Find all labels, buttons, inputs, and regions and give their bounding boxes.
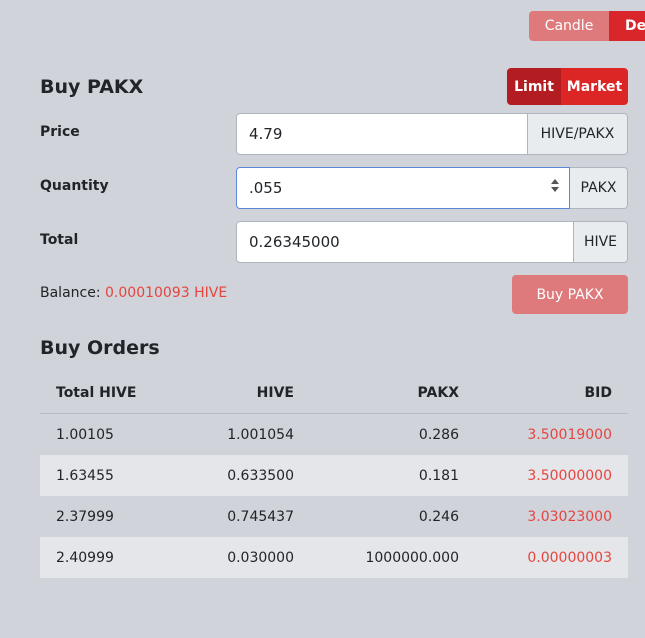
- bid-cell: 0.00000003: [527, 549, 612, 566]
- quantity-unit-addon: PAKX: [570, 167, 628, 209]
- bid-cell: 3.50019000: [527, 426, 612, 443]
- chart-type-toggle: Candle De: [529, 11, 645, 41]
- table-row[interactable]: 1.00105 1.001054 0.286 3.50019000: [40, 414, 628, 455]
- column-header: HIVE: [256, 385, 294, 401]
- pakx-cell: 0.181: [418, 467, 459, 484]
- limit-order-button[interactable]: Limit: [507, 68, 561, 105]
- stepper-down-icon[interactable]: [551, 187, 559, 192]
- price-field-group: 4.79 HIVE/PAKX: [236, 113, 628, 155]
- pakx-cell: 1000000.000: [365, 549, 459, 566]
- hive-cell: 1.001054: [227, 426, 294, 443]
- total-hive-cell: 1.63455: [56, 467, 114, 484]
- total-hive-cell: 2.40999: [56, 549, 114, 566]
- table-row[interactable]: 1.63455 0.633500 0.181 3.50000000: [40, 455, 628, 496]
- order-type-toggle: Limit Market: [507, 68, 628, 105]
- market-order-button[interactable]: Market: [561, 68, 628, 105]
- balance-text: Balance: 0.00010093 HIVE: [40, 285, 227, 301]
- total-hive-cell: 1.00105: [56, 426, 114, 443]
- table-row[interactable]: 2.37999 0.745437 0.246 3.03023000: [40, 496, 628, 537]
- bid-cell: 3.50000000: [527, 467, 612, 484]
- candle-chart-button[interactable]: Candle: [529, 11, 609, 41]
- buy-orders-title: Buy Orders: [40, 337, 160, 359]
- total-hive-cell: 2.37999: [56, 508, 114, 525]
- buy-orders-table: Total HIVE HIVE PAKX BID 1.00105 1.00105…: [40, 373, 628, 578]
- table-row[interactable]: 2.40999 0.030000 1000000.000 0.00000003: [40, 537, 628, 578]
- price-label: Price: [40, 124, 80, 140]
- price-input[interactable]: 4.79: [236, 113, 528, 155]
- column-header: BID: [584, 385, 612, 401]
- quantity-stepper[interactable]: [551, 179, 559, 192]
- quantity-value: .055: [249, 179, 283, 197]
- column-header: Total HIVE: [56, 385, 137, 401]
- total-field-group: 0.26345000 HIVE: [236, 221, 628, 263]
- total-unit-addon: HIVE: [574, 221, 628, 263]
- total-input[interactable]: 0.26345000: [236, 221, 574, 263]
- buy-panel-title: Buy PAKX: [40, 76, 144, 98]
- price-unit-addon: HIVE/PAKX: [528, 113, 628, 155]
- column-header: PAKX: [417, 385, 459, 401]
- table-header: Total HIVE HIVE PAKX BID: [40, 373, 628, 414]
- quantity-label: Quantity: [40, 178, 109, 194]
- quantity-input[interactable]: .055: [236, 167, 570, 209]
- pakx-cell: 0.286: [418, 426, 459, 443]
- depth-chart-button[interactable]: De: [609, 11, 645, 41]
- bid-cell: 3.03023000: [527, 508, 612, 525]
- balance-label: Balance:: [40, 285, 101, 301]
- total-label: Total: [40, 232, 79, 248]
- hive-cell: 0.745437: [227, 508, 294, 525]
- hive-cell: 0.030000: [227, 549, 294, 566]
- stepper-up-icon[interactable]: [551, 179, 559, 184]
- quantity-field-group: .055 PAKX: [236, 167, 628, 209]
- balance-value[interactable]: 0.00010093 HIVE: [105, 285, 227, 301]
- buy-button[interactable]: Buy PAKX: [512, 275, 628, 314]
- hive-cell: 0.633500: [227, 467, 294, 484]
- pakx-cell: 0.246: [418, 508, 459, 525]
